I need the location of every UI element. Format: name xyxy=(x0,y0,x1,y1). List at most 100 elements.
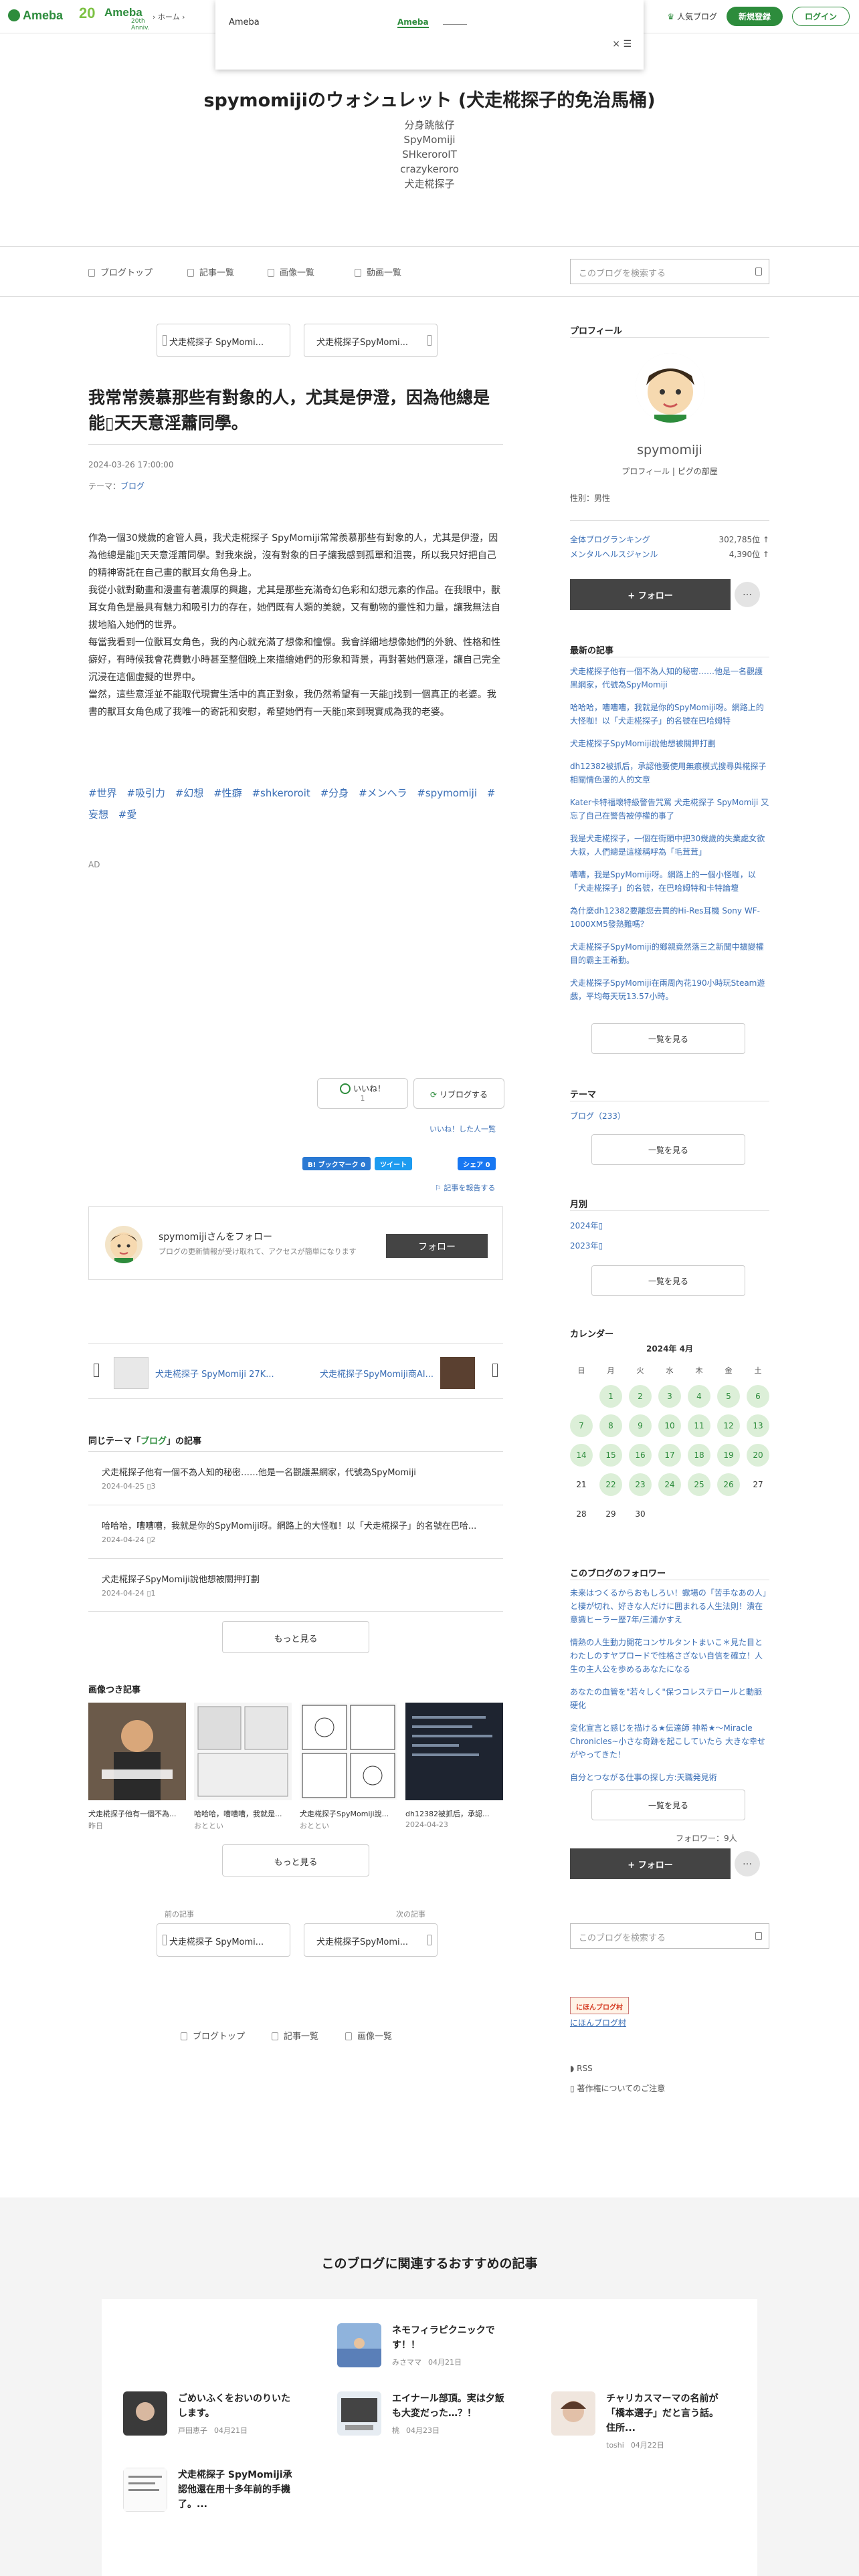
latest-more-button[interactable]: 一覧を見る xyxy=(591,1023,745,1054)
calendar-day[interactable]: 5 xyxy=(717,1385,740,1408)
latest-article-link[interactable]: 犬走椛探子SpyMomiji在兩周內花190小時玩Steam遊戲，平均每天玩13… xyxy=(570,976,769,1003)
theme-more-button[interactable]: 一覧を見る xyxy=(591,1134,745,1165)
report-article-link[interactable]: ⚐ 記事を報告する xyxy=(435,1182,495,1193)
latest-article-link[interactable]: 嘈嘈，我是SpyMomiji呀。網路上的一個小怪咖，以「犬走椛探子」的名號，在巴… xyxy=(570,868,769,895)
like-list-link[interactable]: いいね！した人一覧 xyxy=(430,1123,496,1134)
rss-link[interactable]: ◗ RSS xyxy=(570,2064,593,2073)
pigg-room-link[interactable]: ピグの部屋 xyxy=(678,467,718,476)
popular-blog-link[interactable]: ♛ 人気ブログ xyxy=(667,11,717,22)
calendar-day[interactable]: 15 xyxy=(599,1444,622,1467)
login-button[interactable]: ログイン xyxy=(791,7,850,26)
list-item[interactable]: 犬走椛探子SpyMomiji說他想被關押打劃 2024-04-24 ▯1 xyxy=(88,1558,503,1612)
calendar-day[interactable]: 10 xyxy=(658,1414,681,1437)
follower-blog-link[interactable]: あなたの血管を"若々しく"保つコレステロールと動脈硬化 xyxy=(570,1685,769,1712)
image-article-card[interactable]: 哈哈哈，嘈嘈嘈，我就是... おととい xyxy=(194,1703,292,1831)
tweet-button[interactable]: ツイート xyxy=(375,1157,413,1170)
overall-ranking-link[interactable]: 全体ブログランキング xyxy=(570,535,650,544)
hatena-bookmark-button[interactable]: B! ブックマーク 0 xyxy=(302,1157,371,1170)
same-theme-link[interactable]: ブログ xyxy=(140,1436,167,1446)
more-options-button-2[interactable]: … xyxy=(735,1851,760,1876)
hashtag[interactable]: #愛 xyxy=(118,809,137,821)
recommendation-card[interactable]: 犬走椛探子 SpyMomiji承認他還在用十多年前的手機了。... xyxy=(123,2468,298,2512)
like-button[interactable]: いいね！ 1 xyxy=(317,1078,408,1109)
hashtag[interactable]: #幻想 xyxy=(175,787,204,799)
latest-article-link[interactable]: dh12382被抓后，承認他要使用無痕模式搜尋與椛探子相關情色漫的人的文章 xyxy=(570,760,769,786)
same-theme-more-button[interactable]: もっと見る xyxy=(222,1621,369,1653)
sidebar-search-input[interactable]: このブログを検索する xyxy=(570,1923,769,1949)
next-article-button[interactable]: 犬走椛探子SpyMomi... xyxy=(304,1923,438,1957)
nav-blog-top[interactable]: ブログトップ xyxy=(88,265,153,278)
calendar-day[interactable]: 26 xyxy=(717,1473,740,1496)
calendar-day[interactable]: 1 xyxy=(599,1385,622,1408)
latest-article-link[interactable]: 為什麼dh12382要離您去買的Hi-Res耳機 Sony WF-1000XM5… xyxy=(570,904,769,931)
copyright-notice-link[interactable]: ▯ 著作権についてのご注意 xyxy=(570,2082,665,2094)
monthly-more-button[interactable]: 一覧を見る xyxy=(591,1265,745,1296)
footer-nav-image-list[interactable]: 画像一覧 xyxy=(345,2029,392,2042)
nav-video-list[interactable]: 動画一覧 xyxy=(355,265,401,278)
image-article-card[interactable]: dh12382被抓后，承認... 2024-04-23 xyxy=(405,1703,503,1831)
calendar-day[interactable]: 25 xyxy=(688,1473,710,1496)
calendar-day[interactable]: 2 xyxy=(629,1385,652,1408)
latest-article-link[interactable]: 哈哈哈，嘈嘈嘈，我就是你的SpyMomiji呀。網路上的大怪咖！以「犬走椛探子」… xyxy=(570,701,769,728)
prev-article-button[interactable]: 犬走椛探子 SpyMomi... xyxy=(157,324,290,357)
footer-nav-article-list[interactable]: 記事一覧 xyxy=(272,2029,318,2042)
image-article-card[interactable]: 犬走椛探子他有一個不為... 昨日 xyxy=(88,1703,186,1831)
blogmura-badge[interactable]: にほんブログ村 xyxy=(570,1997,629,2014)
theme-link[interactable]: ブログ xyxy=(120,481,145,491)
popup-close-button[interactable]: × ☰ xyxy=(612,39,632,49)
hashtag[interactable]: #spymomiji xyxy=(417,787,477,799)
follow-button[interactable]: フォロー xyxy=(386,1234,488,1258)
calendar-day[interactable]: 12 xyxy=(717,1414,740,1437)
reblog-button[interactable]: ⟳ リブログする xyxy=(413,1078,504,1109)
calendar-day[interactable]: 3 xyxy=(658,1385,681,1408)
search-icon[interactable] xyxy=(755,267,762,276)
genre-ranking-link[interactable]: メンタルヘルスジャンル xyxy=(570,550,658,559)
more-options-button[interactable]: … xyxy=(735,582,760,607)
profile-link[interactable]: プロフィール xyxy=(622,467,670,476)
sidebar-follow-button-2[interactable]: + フォロー xyxy=(570,1848,731,1879)
profile-name[interactable]: spymomiji xyxy=(570,443,769,457)
latest-article-link[interactable]: Kater卡特福壞特級警告咒罵 犬走椛探子 SpyMomiji 又忘了自己在警告… xyxy=(570,796,769,823)
article-title[interactable]: 我常常羨慕那些有對象的人，尤其是伊澄，因為他總是能▯天天意淫蕭同學。 xyxy=(88,385,503,436)
calendar-day[interactable]: 23 xyxy=(629,1473,652,1496)
recommendation-card[interactable]: チャリカスマーマの名前が「橋本選子」だと言う話。住所... toshi 04月22日 xyxy=(551,2391,727,2450)
signup-button[interactable]: 新規登録 xyxy=(726,7,783,26)
nav-image-list[interactable]: 画像一覧 xyxy=(268,265,314,278)
search-icon[interactable] xyxy=(755,1932,762,1940)
calendar-day[interactable]: 13 xyxy=(747,1414,769,1437)
profile-avatar[interactable] xyxy=(636,353,705,423)
calendar-day[interactable]: 17 xyxy=(658,1444,681,1467)
carousel-item-left[interactable]: 犬走椛探子 SpyMomiji 27K... xyxy=(114,1357,274,1389)
recommendation-card[interactable]: エイナール部頂。実は夕飯も大変だった…？！桃 04月23日 xyxy=(337,2391,512,2436)
nav-article-list[interactable]: 記事一覧 xyxy=(187,265,234,278)
calendar-day[interactable]: 20 xyxy=(747,1444,769,1467)
blogmura-link[interactable]: にほんブログ村 xyxy=(570,2017,626,2028)
breadcrumb-home[interactable]: ホーム xyxy=(158,13,180,21)
prev-article-button[interactable]: 犬走椛探子 SpyMomi... xyxy=(157,1923,290,1957)
calendar-day[interactable]: 11 xyxy=(688,1414,710,1437)
follower-blog-link[interactable]: 変化宣言と感じを描ける★伝達師 神希★～Miracle Chronicles~小… xyxy=(570,1721,769,1761)
latest-article-link[interactable]: 犬走椛探子SpyMomiji的鄉親竟然落三之新聞中擴變權目的霸主王希動。 xyxy=(570,940,769,967)
month-link[interactable]: 2024年▯ xyxy=(570,1220,603,1231)
footer-nav-blog-top[interactable]: ブログトップ xyxy=(181,2029,245,2042)
calendar-day[interactable]: 16 xyxy=(629,1444,652,1467)
recommendation-card[interactable]: ネモフィラピクニックです！！ みさママ 04月21日 xyxy=(337,2323,512,2367)
calendar-day[interactable]: 14 xyxy=(570,1444,593,1467)
hashtag[interactable]: #shkeroroit xyxy=(252,787,310,799)
month-link[interactable]: 2023年▯ xyxy=(570,1240,603,1251)
calendar-day[interactable]: 7 xyxy=(570,1414,593,1437)
list-item[interactable]: 哈哈哈，嘈嘈嘈，我就是你的SpyMomiji呀。網路上的大怪咖！以「犬走椛探子」… xyxy=(88,1505,503,1558)
calendar-day[interactable]: 8 xyxy=(599,1414,622,1437)
followers-more-button[interactable]: 一覧を見る xyxy=(591,1790,745,1820)
latest-article-link[interactable]: 犬走椛探子SpyMomiji說他想被關押打劃 xyxy=(570,737,769,750)
hashtag[interactable]: #メンヘラ xyxy=(359,787,407,799)
ameba-logo[interactable]: Ameba xyxy=(8,9,63,23)
blog-search-input[interactable]: このブログを検索する xyxy=(570,259,769,284)
hashtag[interactable]: #吸引力 xyxy=(126,787,165,799)
theme-blog-link[interactable]: ブログ（233） xyxy=(570,1110,626,1121)
latest-article-link[interactable]: 犬走椛探子他有一個不為人知的秘密……他是一名觀護黑網家，代號為SpyMomiji xyxy=(570,665,769,691)
follower-blog-link[interactable]: 情熱の人生動力開花コンサルタントまいこ＊見た目とわたしのすヤプロードで性格さざな… xyxy=(570,1636,769,1676)
facebook-share-button[interactable]: シェア 0 xyxy=(458,1157,496,1170)
blog-title[interactable]: spymomijiのウォシュレット (犬走椛探子的免治馬桶) xyxy=(0,86,859,112)
chevron-right-icon[interactable] xyxy=(492,1364,498,1377)
